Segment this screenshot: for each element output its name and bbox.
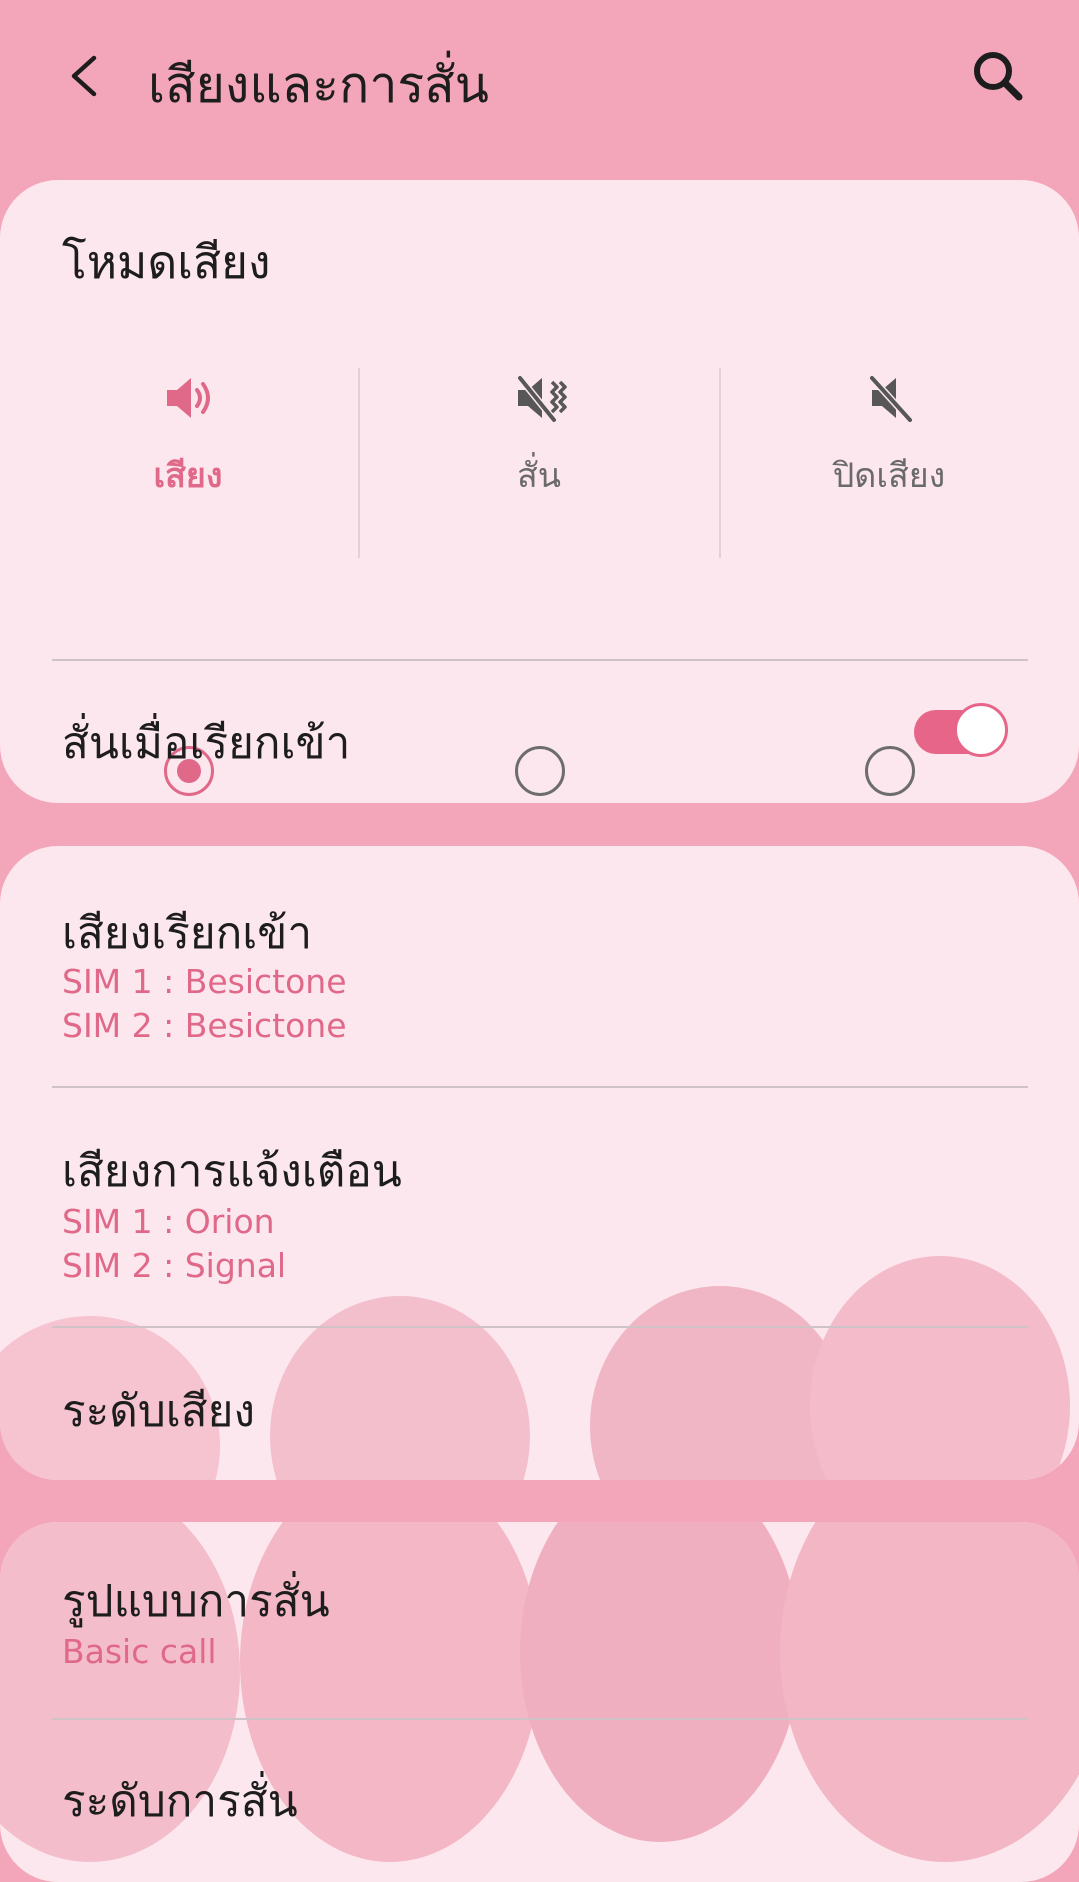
search-button[interactable] — [966, 44, 1030, 108]
divider — [52, 659, 1028, 661]
sound-mode-title: โหมดเสียง — [62, 235, 271, 289]
mode-divider — [358, 368, 360, 558]
toggle-knob — [954, 703, 1008, 757]
mode-label-vibrate: สั่น — [517, 456, 561, 496]
vibration-pattern-row[interactable]: รูปแบบการสั่น Basic call — [0, 1522, 1079, 1718]
mode-label-mute: ปิดเสียง — [832, 456, 946, 496]
chevron-left-icon — [71, 55, 97, 97]
vibration-pattern-value: Basic call — [62, 1632, 217, 1671]
mute-icon — [869, 375, 913, 423]
vibration-card: รูปแบบการสั่น Basic call ระดับการสั่น — [0, 1522, 1079, 1882]
notification-sound-title: เสียงการแจ้งเตือน — [62, 1146, 402, 1197]
vibrate-on-call-toggle[interactable] — [914, 702, 1010, 758]
vibrate-on-call-label: สั่นเมื่อเรียกเข้า — [62, 718, 351, 769]
back-button[interactable] — [60, 48, 116, 104]
sound-mode-card: โหมดเสียง เสียง สั่น ปิดเสียง สั่นเมื่อเ… — [0, 180, 1079, 803]
ringtone-title: เสียงเรียกเข้า — [62, 908, 313, 959]
notification-sound-sim2: SIM 2 : Signal — [62, 1246, 287, 1285]
vibrate-icon — [517, 375, 567, 423]
search-icon — [974, 52, 1023, 101]
volume-title: ระดับเสียง — [62, 1386, 255, 1437]
page-title: เสียงและการสั่น — [148, 56, 489, 114]
ringtone-row[interactable]: เสียงเรียกเข้า SIM 1 : Besictone SIM 2 :… — [0, 846, 1079, 1086]
volume-row[interactable]: ระดับเสียง — [0, 1328, 1079, 1480]
ringtone-sim2: SIM 2 : Besictone — [62, 1006, 347, 1045]
notification-sound-row[interactable]: เสียงการแจ้งเตือน SIM 1 : Orion SIM 2 : … — [0, 1088, 1079, 1328]
speaker-icon — [167, 378, 210, 418]
mode-label-sound: เสียง — [153, 456, 223, 496]
vibration-intensity-row[interactable]: ระดับการสั่น — [0, 1720, 1079, 1860]
sounds-card: เสียงเรียกเข้า SIM 1 : Besictone SIM 2 :… — [0, 846, 1079, 1480]
mode-divider — [719, 368, 721, 558]
vibration-pattern-title: รูปแบบการสั่น — [62, 1576, 330, 1627]
ringtone-sim1: SIM 1 : Besictone — [62, 962, 347, 1001]
vibration-intensity-title: ระดับการสั่น — [62, 1776, 298, 1827]
app-header: เสียงและการสั่น — [0, 0, 1079, 160]
notification-sound-sim1: SIM 1 : Orion — [62, 1202, 275, 1241]
